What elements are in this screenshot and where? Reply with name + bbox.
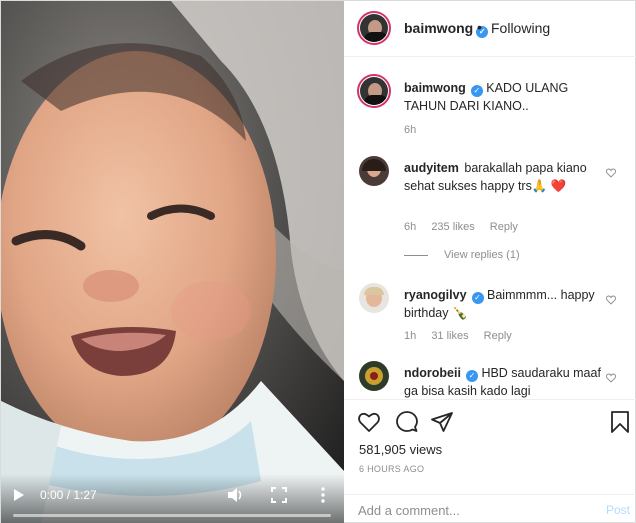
comment-reply-button[interactable]: Reply (484, 330, 512, 342)
comment-text-block: ryanogilvy ✓ Baimmmm... happy birthday 🍾 (404, 286, 604, 322)
comment-avatar-audyitem[interactable] (359, 156, 389, 186)
author-avatar-image (360, 14, 388, 42)
author-username-text[interactable]: baimwong (404, 20, 473, 36)
comments-list[interactable]: baimwong ✓ KADO ULANG TAHUN DARI KIANO.. … (344, 58, 636, 398)
comment-likes[interactable]: 31 likes (431, 330, 468, 342)
comment-item: ndorobeii ✓ HBD saudaraku maaf ga bisa ka… (344, 361, 636, 398)
comment-time[interactable]: 6h (404, 221, 416, 233)
fullscreen-icon[interactable] (271, 487, 287, 503)
post-modal: 0:00 / 1:27 baimwong ✓ • Following baimw… (0, 0, 636, 523)
caption-avatar-image (360, 77, 388, 105)
verified-badge-icon: ✓ (465, 370, 478, 382)
post-sidebar: baimwong ✓ • Following baimwong ✓ KADO ULA… (344, 1, 636, 523)
add-comment-bar: Post (344, 494, 636, 523)
comment-meta: 1h 31 likes Reply (404, 330, 524, 342)
following-button[interactable]: Following (491, 20, 550, 36)
replies-divider (404, 254, 428, 256)
like-comment-heart-icon[interactable] (606, 295, 616, 305)
comment-username[interactable]: ndorobeii (404, 366, 461, 380)
video-player[interactable]: 0:00 / 1:27 (1, 1, 344, 523)
view-replies-label[interactable]: View replies (1) (444, 249, 520, 261)
caption-text-block: baimwong ✓ KADO ULANG TAHUN DARI KIANO.. (404, 79, 604, 115)
caption-item: baimwong ✓ KADO ULANG TAHUN DARI KIANO.. … (344, 74, 636, 144)
post-button[interactable]: Post (606, 503, 630, 517)
like-heart-icon[interactable] (357, 410, 381, 434)
volume-icon[interactable] (227, 487, 245, 503)
comment-input[interactable] (358, 501, 578, 519)
comment-reply-button[interactable]: Reply (490, 221, 518, 233)
caption-avatar[interactable] (357, 74, 391, 108)
comment-item: audyitem barakallah papa kiano sehat suk… (344, 156, 636, 266)
like-comment-heart-icon[interactable] (606, 168, 616, 178)
author-username[interactable]: baimwong ✓ (404, 20, 489, 38)
like-comment-heart-icon[interactable] (606, 373, 616, 383)
caption-username[interactable]: baimwong (404, 81, 466, 95)
comment-avatar-ryanogilvy[interactable] (359, 283, 389, 313)
author-avatar[interactable] (357, 11, 391, 45)
save-bookmark-icon[interactable] (608, 410, 632, 434)
comment-text-block: ndorobeii ✓ HBD saudaraku maaf ga bisa ka… (404, 364, 604, 398)
comment-avatar-ndorobeii[interactable] (359, 361, 389, 391)
share-send-icon[interactable] (430, 410, 454, 434)
video-progress-bar[interactable] (13, 514, 331, 517)
post-header: baimwong ✓ • Following (344, 1, 636, 57)
view-replies-button[interactable]: View replies (1) (404, 249, 520, 261)
comment-username[interactable]: audyitem (404, 161, 459, 175)
verified-badge-icon: ✓ (470, 85, 483, 97)
comment-text-block: audyitem barakallah papa kiano sehat suk… (404, 159, 604, 195)
comment-username[interactable]: ryanogilvy (404, 288, 467, 302)
video-frame[interactable] (1, 1, 344, 523)
play-icon[interactable] (13, 488, 25, 502)
comment-item: ryanogilvy ✓ Baimmmm... happy birthday 🍾 … (344, 283, 636, 343)
post-actions: 581,905 views 6 HOURS AGO (344, 399, 636, 494)
caption-time[interactable]: 6h (404, 124, 416, 136)
comment-meta: 6h 235 likes Reply (404, 221, 530, 233)
video-controls: 0:00 / 1:27 (1, 474, 344, 523)
caption-meta: 6h (404, 124, 428, 136)
comment-bubble-icon[interactable] (395, 410, 419, 434)
more-options-icon[interactable] (316, 486, 330, 504)
comment-time[interactable]: 1h (404, 330, 416, 342)
verified-badge-icon: ✓ (471, 292, 484, 304)
header-separator: • (477, 19, 482, 35)
comment-likes[interactable]: 235 likes (431, 221, 474, 233)
view-count[interactable]: 581,905 views (359, 442, 442, 457)
video-time: 0:00 / 1:27 (40, 488, 97, 502)
post-timestamp[interactable]: 6 HOURS AGO (359, 464, 424, 474)
